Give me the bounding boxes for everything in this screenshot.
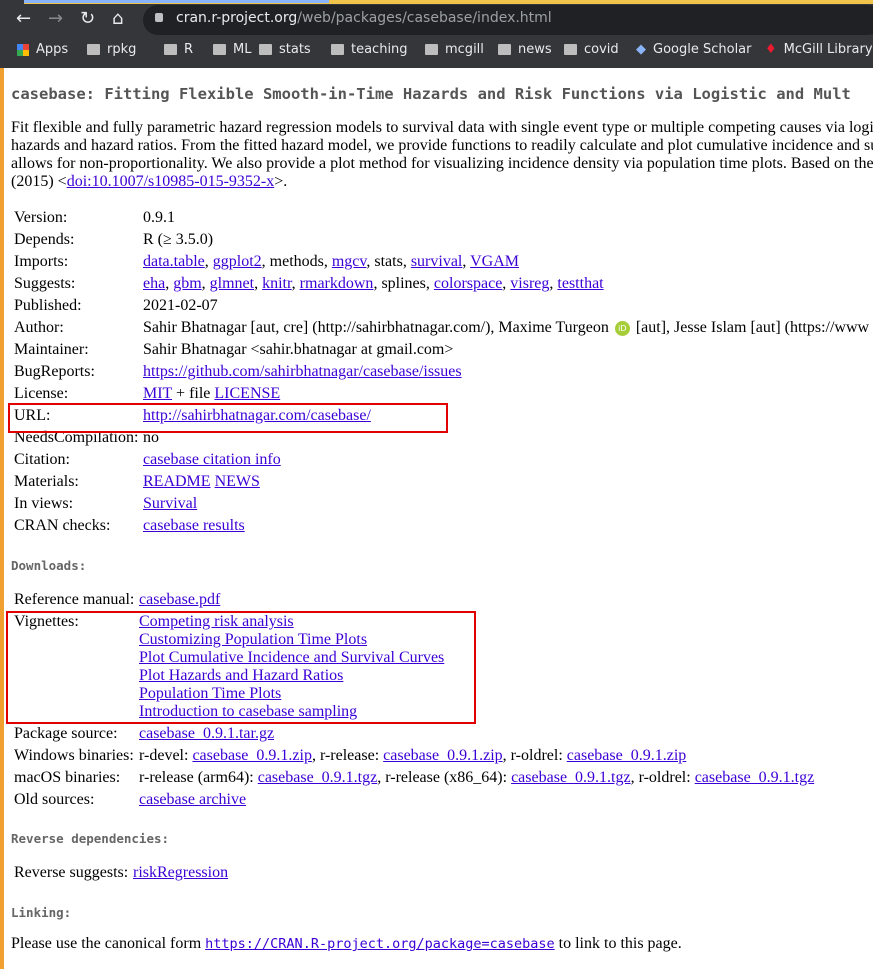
doi-link[interactable]: doi:10.1007/s10985-015-9352-x — [67, 173, 275, 190]
bookmark-news[interactable]: news — [498, 42, 552, 57]
reverse-dependencies-heading: Reverse dependencies: — [11, 831, 170, 846]
bookmark-stats[interactable]: stats — [259, 42, 311, 57]
back-icon[interactable]: ← — [16, 8, 31, 29]
link[interactable]: README — [143, 473, 211, 490]
link[interactable]: NEWS — [215, 473, 260, 490]
bookmark-ml[interactable]: ML — [213, 42, 251, 57]
bookmark-apps[interactable]: Apps — [17, 42, 68, 57]
link[interactable]: casebase_0.9.1.zip — [192, 747, 312, 764]
bookmark-rpkg[interactable]: rpkg — [87, 42, 136, 57]
link[interactable]: casebase archive — [139, 791, 246, 808]
link[interactable]: MIT — [143, 385, 172, 402]
link[interactable]: casebase citation info — [143, 451, 281, 468]
canonical-url-link[interactable]: https://CRAN.R-project.org/package=caseb… — [205, 936, 555, 952]
link[interactable]: casebase_0.9.1.tgz — [511, 769, 631, 786]
description-line: allows for non-proportionality. We also … — [11, 155, 873, 172]
forward-icon[interactable]: → — [48, 8, 63, 29]
link[interactable]: casebase_0.9.1.zip — [567, 747, 687, 764]
link[interactable]: casebase_0.9.1.zip — [383, 747, 503, 764]
bookmark-covid[interactable]: covid — [564, 42, 619, 57]
link[interactable]: VGAM — [470, 253, 519, 270]
link[interactable]: casebase_0.9.1.tgz — [258, 769, 378, 786]
url-highlight-box — [8, 403, 448, 433]
link[interactable]: casebase results — [143, 517, 245, 534]
folder-icon — [164, 44, 177, 55]
link[interactable]: mgcv — [332, 253, 367, 270]
folder-icon — [425, 44, 438, 55]
link[interactable]: visreg — [510, 275, 549, 292]
link[interactable]: casebase_0.9.1.tgz — [695, 769, 815, 786]
description-line: (2015) <doi:10.1007/s10985-015-9352-x>. — [11, 173, 288, 190]
link[interactable]: https://github.com/sahirbhatnagar/caseba… — [143, 363, 462, 380]
mcgill-icon: ♦ — [765, 42, 777, 57]
link[interactable]: gbm — [173, 275, 201, 292]
bookmark-mcgill-library[interactable]: ♦ McGill Library — [765, 42, 873, 57]
linking-text: Please use the canonical form https://CR… — [11, 935, 682, 952]
link[interactable]: survival — [411, 253, 463, 270]
home-icon[interactable]: ⌂ — [112, 8, 123, 29]
reload-icon[interactable]: ↻ — [80, 8, 95, 29]
folder-icon — [331, 44, 344, 55]
description-line: hazards and hazard ratios. From the fitt… — [11, 137, 873, 154]
bookmark-mcgill[interactable]: mcgill — [425, 42, 484, 57]
link[interactable]: eha — [143, 275, 165, 292]
link[interactable]: knitr — [262, 275, 292, 292]
bookmark-r[interactable]: R — [164, 42, 193, 57]
page-title: casebase: Fitting Flexible Smooth-in-Tim… — [11, 85, 851, 103]
link[interactable]: casebase_0.9.1.tar.gz — [139, 725, 274, 742]
link[interactable]: Survival — [143, 495, 197, 512]
link[interactable]: data.table — [143, 253, 205, 270]
risk-regression-link[interactable]: riskRegression — [133, 864, 228, 882]
link[interactable]: LICENSE — [214, 385, 280, 402]
bookmark-teaching[interactable]: teaching — [331, 42, 408, 57]
window-border — [0, 68, 4, 969]
apps-grid-icon — [17, 43, 29, 56]
linking-heading: Linking: — [11, 905, 72, 920]
browser-chrome: ← → ↻ ⌂ cran.r-project.org/web/packages/… — [0, 0, 873, 68]
folder-icon — [259, 44, 272, 55]
bookmark-google-scholar[interactable]: ◆ Google Scholar — [636, 42, 752, 57]
link[interactable]: glmnet — [210, 275, 254, 292]
lock-icon — [155, 13, 163, 22]
active-tab[interactable] — [24, 0, 329, 3]
scholar-icon: ◆ — [636, 42, 646, 57]
link[interactable]: ggplot2 — [213, 253, 262, 270]
downloads-heading: Downloads: — [11, 558, 87, 573]
description-line: Fit flexible and fully parametric hazard… — [11, 119, 873, 136]
folder-icon — [87, 44, 100, 55]
folder-icon — [564, 44, 577, 55]
folder-icon — [213, 44, 226, 55]
url-text[interactable]: cran.r-project.org/web/packages/casebase… — [176, 10, 552, 26]
orcid-icon[interactable]: iD — [614, 320, 630, 336]
vignettes-highlight-box — [6, 611, 476, 724]
link[interactable]: rmarkdown — [300, 275, 374, 292]
folder-icon — [498, 44, 511, 55]
reference-manual-link[interactable]: casebase.pdf — [139, 591, 220, 609]
link[interactable]: testthat — [557, 275, 603, 292]
link[interactable]: colorspace — [434, 275, 502, 292]
